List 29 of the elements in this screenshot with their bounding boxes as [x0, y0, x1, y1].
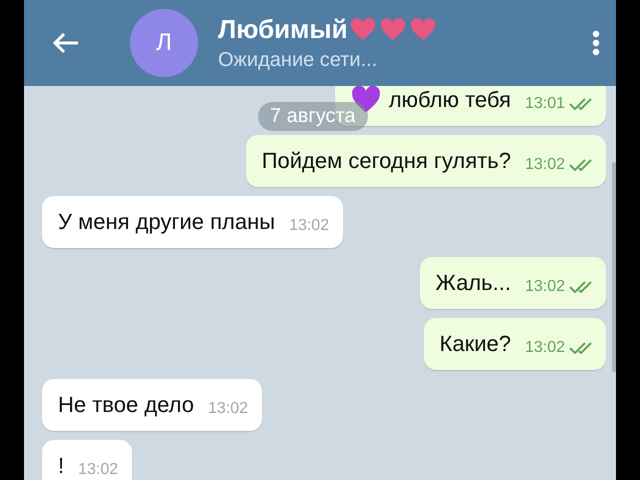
double-check-icon	[569, 342, 592, 354]
message-text: Какие?	[440, 331, 511, 357]
message-text: Не твое дело	[58, 392, 194, 418]
incoming-message[interactable]: У меня другие планы 13:02	[42, 196, 344, 248]
outgoing-message[interactable]: Какие? 13:02	[424, 318, 606, 370]
message-text: У меня другие планы	[58, 209, 276, 235]
message-time: 13:02	[208, 400, 248, 418]
back-button[interactable]	[52, 31, 80, 55]
message-time: 13:01	[524, 95, 565, 113]
more-menu-button[interactable]	[592, 30, 600, 56]
incoming-message[interactable]: ! 13:02	[42, 440, 132, 480]
incoming-message[interactable]: Не твое дело 13:02	[42, 379, 262, 431]
message-text: люблю тебя	[388, 87, 511, 113]
double-check-icon	[569, 98, 592, 110]
double-check-icon	[569, 159, 592, 171]
outgoing-message[interactable]: Пойдем сегодня гулять? 13:02	[246, 135, 606, 187]
message-time: 13:02	[524, 156, 565, 174]
message-time: 13:02	[289, 217, 330, 235]
message-time: 13:02	[78, 461, 118, 479]
message-text: Жаль...	[436, 270, 511, 296]
message-text: Пойдем сегодня гулять?	[262, 148, 511, 174]
outgoing-message[interactable]: Жаль... 13:02	[420, 257, 606, 309]
message-text: !	[58, 453, 64, 479]
connection-status: Ожидание сети...	[218, 49, 378, 72]
chat-title: Любимый	[218, 14, 348, 45]
scrollbar[interactable]	[612, 162, 616, 372]
message-time: 13:02	[524, 278, 565, 296]
double-check-icon	[569, 281, 592, 293]
message-time: 13:02	[524, 339, 565, 357]
